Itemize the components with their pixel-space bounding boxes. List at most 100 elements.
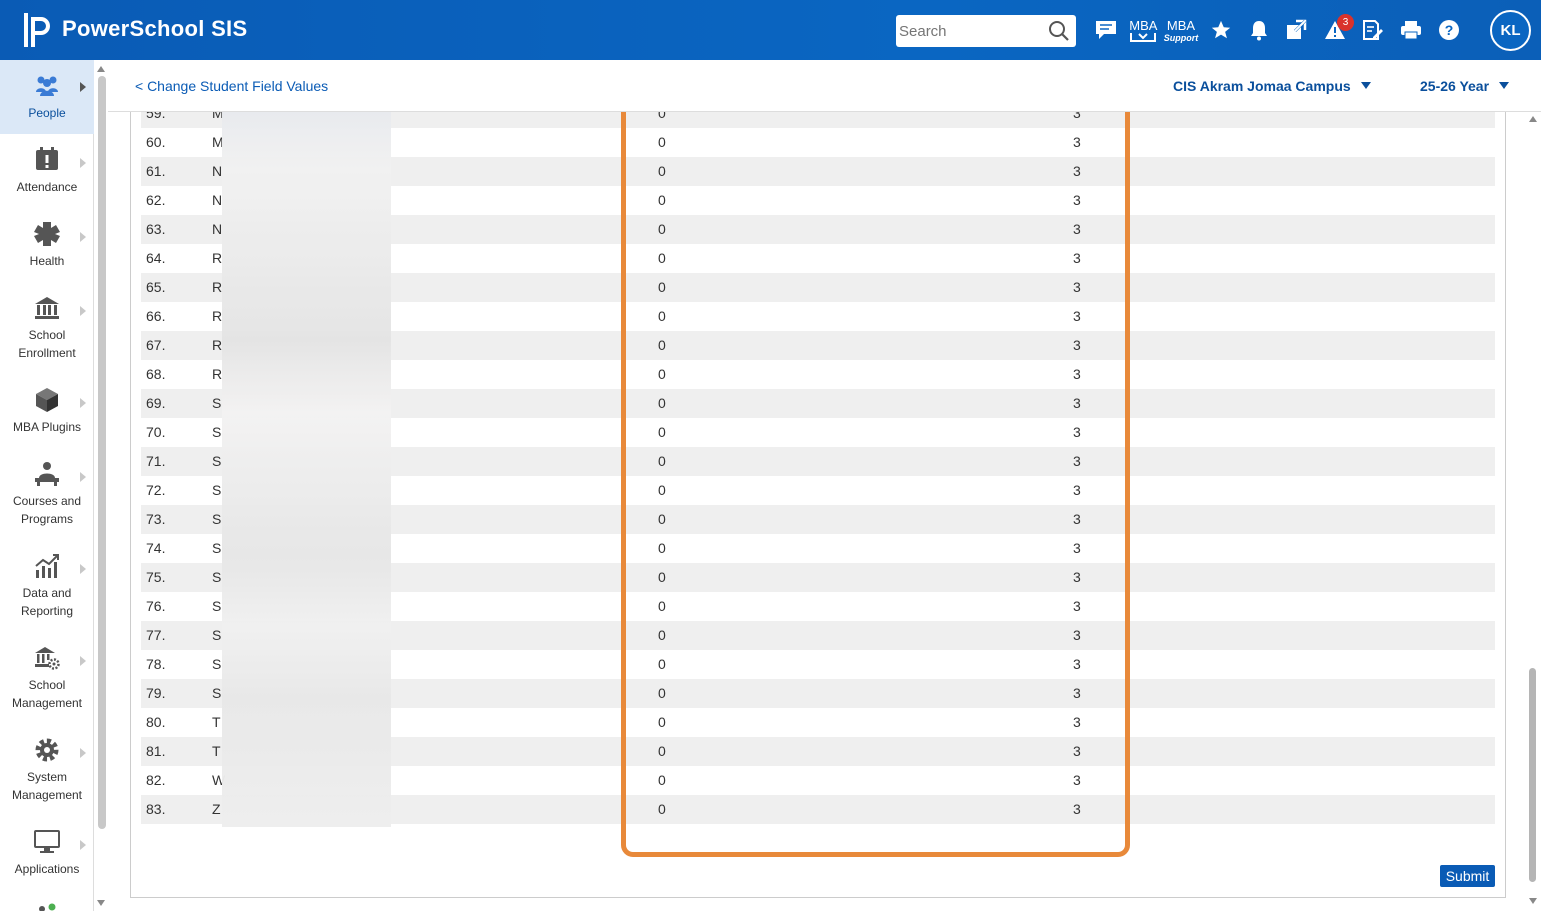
row-number: 67. (146, 337, 166, 353)
bell-icon[interactable] (1245, 16, 1273, 44)
caret-down-icon (1499, 82, 1510, 89)
sidebar-item-mba-plugins[interactable]: MBA Plugins (0, 386, 94, 436)
chevron-right-icon (80, 82, 86, 92)
student-name: S (212, 424, 222, 440)
chevron-right-icon (80, 564, 86, 574)
partial-nav-icon (39, 903, 56, 911)
attendance-icon (36, 147, 58, 170)
chevron-right-icon (80, 840, 86, 850)
scroll-up-arrow-icon[interactable] (1529, 116, 1537, 122)
main-scroll-thumb[interactable] (1529, 668, 1536, 882)
sidebar-item-label: System Management (11, 770, 83, 802)
term-name: 25-26 Year (1420, 78, 1490, 94)
sidebar-item-label: Courses and Programs (12, 494, 82, 526)
row-number: 83. (146, 801, 166, 817)
page-subheader: < Change Student Field Values CIS Akram … (108, 60, 1541, 112)
school-gear-icon (35, 647, 60, 670)
row-number: 61. (146, 163, 166, 179)
row-number: 66. (146, 308, 166, 324)
search-input[interactable] (896, 15, 1046, 47)
school-enrollment-icon (35, 297, 59, 319)
scroll-down-arrow-icon[interactable] (1529, 898, 1537, 904)
messages-icon[interactable] (1092, 16, 1120, 44)
mba-plugin-icon[interactable]: MBA (1128, 18, 1158, 46)
edit-document-icon[interactable] (1358, 16, 1386, 44)
row-number: 70. (146, 424, 166, 440)
term-selector[interactable]: 25-26 Year (1420, 78, 1510, 94)
sidebar-item-label: Data and Reporting (20, 586, 74, 618)
back-link-change-student-field-values[interactable]: < Change Student Field Values (135, 78, 328, 94)
student-name: S (212, 511, 222, 527)
sidebar-item-label: Applications (14, 862, 80, 876)
app-title: PowerSchool SIS (62, 16, 248, 41)
top-header: PowerSchool SIS MBA MBA Support 3 (0, 0, 1541, 60)
chevron-right-icon (80, 398, 86, 408)
highlight-box (621, 92, 1130, 857)
search-icon[interactable] (1048, 20, 1070, 42)
sidebar-item-attendance[interactable]: Attendance (0, 146, 94, 196)
row-number: 72. (146, 482, 166, 498)
gear-icon (35, 738, 59, 762)
sidebar-item-more[interactable] (0, 900, 94, 911)
scroll-up-arrow-icon[interactable] (97, 66, 105, 72)
sidebar-item-label: MBA Plugins (12, 420, 82, 434)
alert-count-badge: 3 (1337, 14, 1354, 31)
row-number: 82. (146, 772, 166, 788)
print-icon[interactable] (1397, 16, 1425, 44)
row-number: 75. (146, 569, 166, 585)
submit-button[interactable]: Submit (1440, 865, 1495, 887)
chevron-right-icon (80, 158, 86, 168)
school-selector[interactable]: CIS Akram Jomaa Campus (1173, 78, 1371, 94)
mba-label: MBA (1129, 18, 1157, 33)
mba-support-label: MBA (1166, 18, 1196, 33)
student-name: S (212, 482, 222, 498)
student-name: Z (212, 801, 221, 817)
sidebar-item-people[interactable]: People (0, 60, 94, 134)
chevron-right-icon (80, 656, 86, 666)
sidebar-item-applications[interactable]: Applications (0, 828, 94, 878)
chevron-right-icon (80, 472, 86, 482)
sidebar-item-courses-and-programs[interactable]: Courses and Programs (0, 460, 94, 528)
row-number: 77. (146, 627, 166, 643)
student-name: S (212, 685, 222, 701)
mba-support-sublabel: Support (1163, 33, 1199, 43)
external-link-icon[interactable] (1282, 16, 1310, 44)
sidebar-item-label: School Management (11, 678, 83, 710)
student-name: S (212, 627, 222, 643)
mba-support-icon[interactable]: MBA Support (1163, 18, 1199, 46)
redacted-names-overlay (222, 112, 391, 827)
row-number: 60. (146, 134, 166, 150)
student-name: R (212, 366, 223, 382)
sidebar-nav: People Attendance Health School Enrollme… (0, 60, 94, 911)
row-number: 62. (146, 192, 166, 208)
row-number: 69. (146, 395, 166, 411)
row-number: 78. (146, 656, 166, 672)
search-box (896, 15, 1076, 47)
row-number: 65. (146, 279, 166, 295)
star-icon[interactable] (1207, 16, 1235, 44)
student-name: S (212, 598, 222, 614)
mba-tray-icon (1130, 33, 1156, 42)
row-number: 74. (146, 540, 166, 556)
help-icon[interactable]: ? (1435, 16, 1463, 44)
student-name: S (212, 569, 222, 585)
sidebar-item-label: People (28, 106, 66, 120)
svg-text:?: ? (1445, 22, 1454, 38)
row-number: 64. (146, 250, 166, 266)
sidebar-item-system-management[interactable]: System Management (0, 736, 94, 804)
courses-icon (35, 462, 59, 486)
row-number: 79. (146, 685, 166, 701)
student-name: R (212, 279, 223, 295)
row-number: 63. (146, 221, 166, 237)
sidebar-item-health[interactable]: Health (0, 220, 94, 270)
chevron-right-icon (80, 748, 86, 758)
powerschool-logo-icon[interactable] (22, 11, 54, 49)
user-avatar[interactable]: KL (1490, 10, 1531, 51)
row-number: 71. (146, 453, 166, 469)
sidebar-item-data-and-reporting[interactable]: Data and Reporting (0, 552, 94, 620)
row-number: 80. (146, 714, 166, 730)
sidebar-item-school-enrollment[interactable]: School Enrollment (0, 294, 94, 362)
scroll-down-arrow-icon[interactable] (97, 900, 105, 906)
sidebar-item-school-management[interactable]: School Management (0, 644, 94, 712)
sidebar-scroll-thumb[interactable] (98, 76, 106, 829)
